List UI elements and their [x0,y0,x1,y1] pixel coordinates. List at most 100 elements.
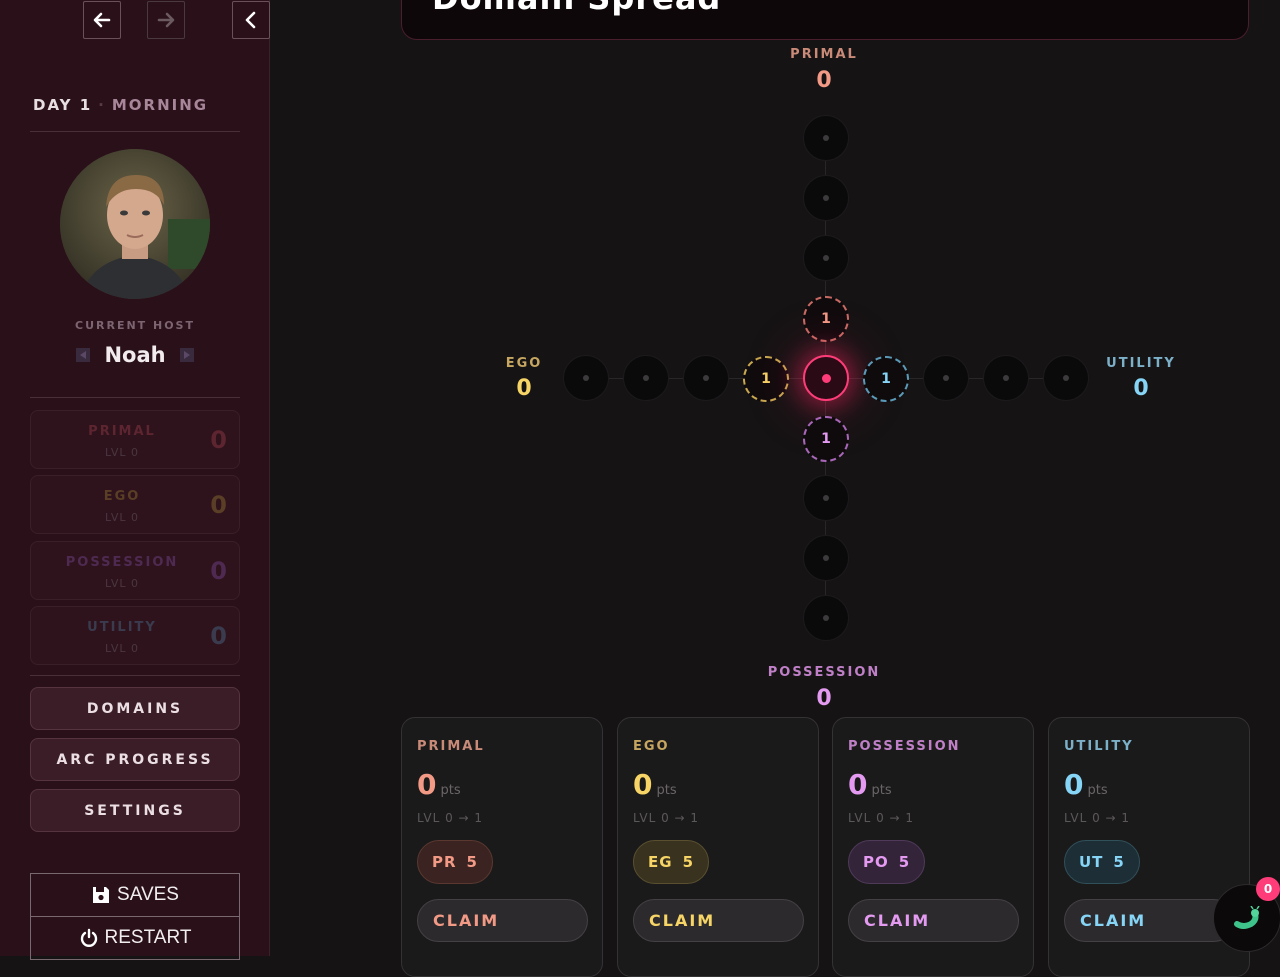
day-label: DAY 1 [33,96,93,114]
level-progress: LVL 0 → 1 [633,811,700,825]
grid-node[interactable] [1043,355,1089,401]
grid-node[interactable] [803,175,849,221]
grid-node-primal-1[interactable]: 1 [803,296,849,342]
time-of-day: MORNING [111,96,209,114]
claim-button[interactable]: CLAIM [848,899,1019,942]
stat-card-primal: PRIMAL 0 pts LVL 0 → 1 PR 5 CLAIM [401,717,603,977]
divider [30,131,240,132]
level-progress: LVL 0 → 1 [848,811,915,825]
domain-value: 0 [210,557,227,585]
grid-origin-node[interactable] [803,355,849,401]
previous-host-button[interactable] [76,348,91,362]
axis-value-primal: 0 [816,68,832,93]
level-progress: LVL 0 → 1 [1064,811,1131,825]
restart-label: RESTART [104,926,192,948]
cost-badge: UT 5 [1064,840,1140,884]
domain-card-possession: POSSESSION LVL 0 0 [30,541,240,600]
points-unit: pts [440,783,461,798]
domain-card-ego: EGO LVL 0 0 [30,475,240,534]
card-title: PRIMAL [417,739,485,754]
power-icon [80,928,97,947]
back-button[interactable] [83,1,121,39]
points-unit: pts [871,783,892,798]
triangle-right-icon [183,351,190,359]
domain-card-primal: PRIMAL LVL 0 0 [30,410,240,469]
axis-label-ego: EGO [505,356,543,371]
host-selector: Noah [0,343,270,367]
bug-count-badge: 0 [1256,877,1280,901]
forward-button[interactable] [147,1,185,39]
level-progress: LVL 0 → 1 [417,811,484,825]
claim-button[interactable]: CLAIM [417,899,588,942]
grid-node[interactable] [803,595,849,641]
host-name: Noah [104,343,166,367]
grid-node[interactable] [803,475,849,521]
domain-value: 0 [210,622,227,650]
title-panel: Domain Spread [401,0,1249,40]
card-title: UTILITY [1064,739,1134,754]
domain-name: EGO [103,489,141,504]
settings-button[interactable]: SETTINGS [30,789,240,832]
saves-label: SAVES [117,884,179,905]
axis-value-ego: 0 [516,376,532,401]
card-title: POSSESSION [848,739,961,754]
grid-node-possession-1[interactable]: 1 [803,416,849,462]
grid-node[interactable] [803,115,849,161]
page-title: Domain Spread [432,0,721,17]
axis-label-possession: POSSESSION [767,665,881,680]
domain-value: 0 [210,491,227,519]
host-avatar [60,149,210,299]
domain-level: LVL 0 [104,446,140,459]
domain-value: 0 [210,426,227,454]
grid-node[interactable] [803,235,849,281]
bug-icon [1234,906,1260,929]
axis-label-utility: UTILITY [1106,356,1176,371]
domain-name: UTILITY [87,620,157,635]
axis-value-utility: 0 [1133,376,1149,401]
domain-level: LVL 0 [104,577,140,590]
restart-button[interactable]: RESTART [30,916,240,960]
cost-badge: PO 5 [848,840,926,884]
saves-button[interactable]: SAVES [30,873,240,917]
floppy-disk-icon [93,887,110,903]
grid-node-utility-1[interactable]: 1 [863,356,909,402]
axis-label-primal: PRIMAL [790,47,858,62]
points-unit: pts [656,783,677,798]
points-value: 0 [633,768,653,801]
claim-button[interactable]: CLAIM [1064,899,1235,942]
cost-badge: PR 5 [417,840,493,884]
grid-node[interactable] [983,355,1029,401]
day-time-indicator: DAY 1 · MORNING [33,96,209,114]
grid-node[interactable] [923,355,969,401]
arrow-left-icon [93,12,111,28]
grid-node-ego-1[interactable]: 1 [743,356,789,402]
axis-value-possession: 0 [816,686,832,711]
claim-button[interactable]: CLAIM [633,899,804,942]
stat-card-possession: POSSESSION 0 pts LVL 0 → 1 PO 5 CLAIM [832,717,1034,977]
domains-button[interactable]: DOMAINS [30,687,240,730]
card-title: EGO [633,739,670,754]
stat-card-ego: EGO 0 pts LVL 0 → 1 EG 5 CLAIM [617,717,819,977]
sidebar: DAY 1 · MORNING CURRENT HOST Noah PRIMAL… [0,0,270,960]
points-value: 0 [417,768,437,801]
arc-progress-button[interactable]: ARC PROGRESS [30,738,240,781]
divider [30,675,240,676]
divider [30,397,240,398]
arrow-right-icon [157,12,175,28]
next-host-button[interactable] [179,348,194,362]
grid-node[interactable] [563,355,609,401]
collapse-sidebar-button[interactable] [232,1,270,39]
domain-name: PRIMAL [88,424,156,439]
grid-node[interactable] [803,535,849,581]
chevron-left-icon [245,11,256,29]
domain-level: LVL 0 [104,511,140,524]
domain-level: LVL 0 [104,642,140,655]
grid-node[interactable] [683,355,729,401]
current-host-label: CURRENT HOST [75,319,195,332]
domain-name: POSSESSION [65,555,179,570]
domain-card-utility: UTILITY LVL 0 0 [30,606,240,665]
points-unit: pts [1087,783,1108,798]
cost-badge: EG 5 [633,840,709,884]
grid-node[interactable] [623,355,669,401]
triangle-left-icon [80,351,87,359]
